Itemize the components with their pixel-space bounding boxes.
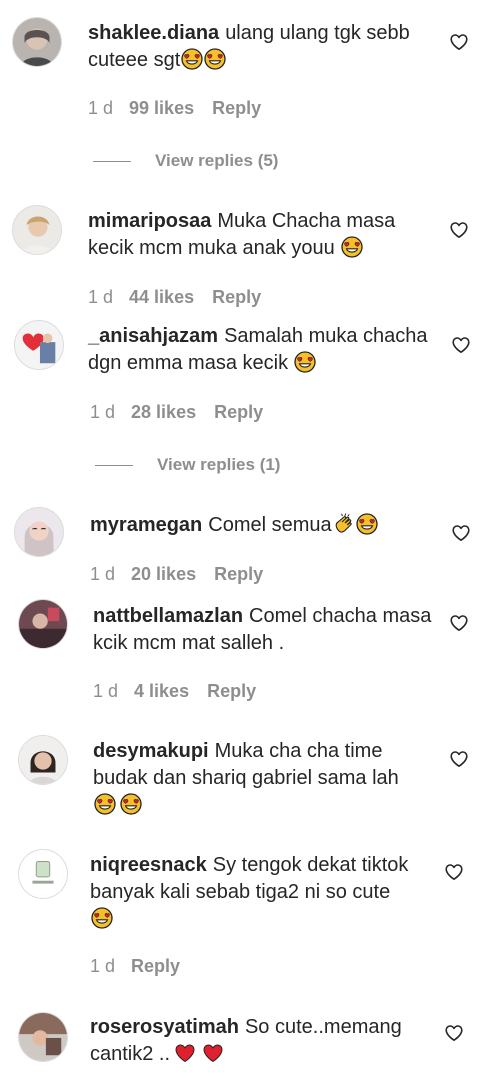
comment-text: nattbellamazlan Comel chacha masa kcik mc… [93,603,433,657]
avatar[interactable] [14,320,64,370]
reply-button[interactable]: Reply [212,98,261,119]
comment-meta: 1 d 20 likes Reply [90,564,263,585]
heart-eyes-emoji [294,351,316,373]
comment-username[interactable]: myramegan [90,514,202,536]
heart-outline-icon[interactable] [444,862,464,882]
heart-outline-icon[interactable] [451,335,471,355]
comment-time: 1 d [90,564,116,584]
avatar[interactable] [14,507,64,557]
comment-time: 1 d [88,287,114,307]
heart-eyes-emoji [356,513,378,535]
heart-outline-icon[interactable] [449,220,469,240]
reply-button[interactable]: Reply [207,681,256,702]
view-replies-button[interactable]: View replies (5) [93,151,278,171]
heart-outline-icon[interactable] [444,1023,464,1043]
reply-button[interactable]: Reply [214,564,263,585]
clapping-hands-emoji [333,513,355,535]
divider-line [93,161,131,163]
comment-text: desymakupi Muka cha cha time budak dan sh… [93,738,433,819]
view-replies-label: View replies (5) [155,151,279,170]
comment-likes[interactable]: 99 likes [129,98,194,119]
reply-button[interactable]: Reply [214,402,263,423]
comment-likes[interactable]: 20 likes [131,564,196,585]
view-replies-button[interactable]: View replies (1) [95,455,280,475]
comment-time: 1 d [88,98,114,118]
comment-meta: 1 d 28 likes Reply [90,402,263,423]
heart-outline-icon[interactable] [449,749,469,769]
heart-outline-icon[interactable] [451,523,471,543]
comment-username[interactable]: roserosyatimah [90,1016,239,1038]
comment-username[interactable]: mimariposaa [88,210,211,232]
comment-text: roserosyatimah So cute..memang cantik2 .. [90,1014,430,1068]
comment-body: Comel semua [208,514,332,536]
reply-button[interactable]: Reply [131,956,180,977]
heart-eyes-emoji [94,793,116,815]
red-heart-emoji [202,1042,224,1064]
avatar[interactable] [18,849,68,899]
divider-line [95,465,133,467]
comment-meta: 1 d 44 likes Reply [88,287,261,308]
heart-outline-icon[interactable] [449,32,469,52]
reply-button[interactable]: Reply [212,287,261,308]
heart-outline-icon[interactable] [449,613,469,633]
avatar[interactable] [12,205,62,255]
comment-username[interactable]: _anisahjazam [88,325,218,347]
heart-eyes-emoji [181,48,203,70]
comment-text: shaklee.diana ulang ulang tgk sebb cuteee… [88,20,428,74]
avatar[interactable] [18,735,68,785]
comment-time: 1 d [90,956,116,976]
comment-username[interactable]: nattbellamazlan [93,605,243,627]
comment-likes[interactable]: 44 likes [129,287,194,308]
comment-username[interactable]: niqreesnack [90,854,207,876]
comment-text: niqreesnack Sy tengok dekat tiktok banyak… [90,852,430,933]
comment-text: _anisahjazam Samalah muka chacha dgn emma… [88,323,428,377]
heart-eyes-emoji [204,48,226,70]
view-replies-label: View replies (1) [157,455,281,474]
comment-time: 1 d [93,681,119,701]
comment-time: 1 d [90,402,116,422]
avatar[interactable] [18,1012,68,1062]
comment-meta: 1 d 4 likes Reply [93,681,256,702]
comment-username[interactable]: desymakupi [93,740,209,762]
heart-eyes-emoji [120,793,142,815]
avatar[interactable] [18,599,68,649]
heart-eyes-emoji [91,907,113,929]
comment-likes[interactable]: 4 likes [134,681,189,702]
comment-text: mimariposaa Muka Chacha masa kecik mcm mu… [88,208,428,262]
comment-text: myramegan Comel semua [90,512,430,539]
comment-meta: 1 d Reply [90,956,180,977]
red-heart-emoji [174,1042,196,1064]
comment-likes[interactable]: 28 likes [131,402,196,423]
comment-username[interactable]: shaklee.diana [88,22,219,44]
heart-eyes-emoji [341,236,363,258]
comment-meta: 1 d 99 likes Reply [88,98,261,119]
avatar[interactable] [12,17,62,67]
